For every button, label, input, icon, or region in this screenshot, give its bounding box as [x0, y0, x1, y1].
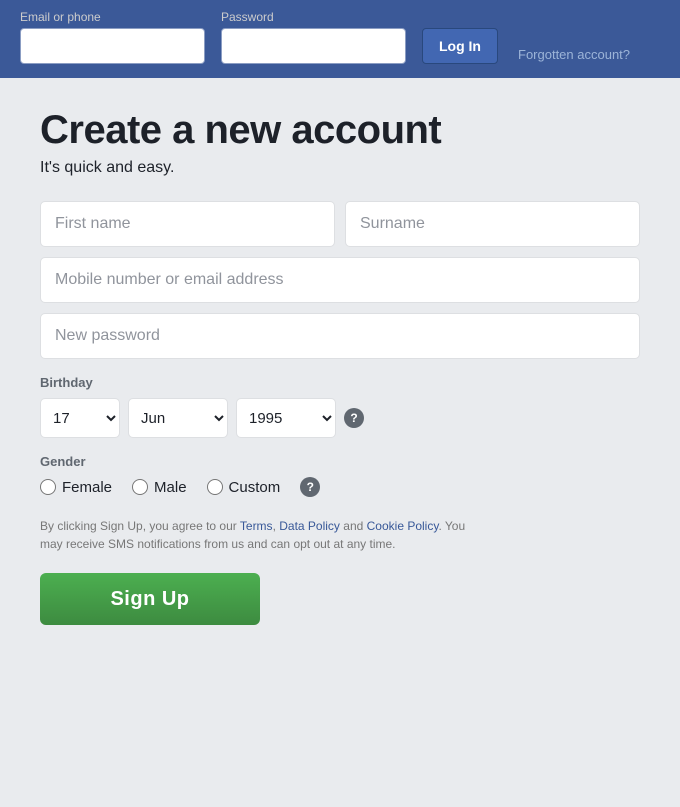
header: Email or phone Password Log In Forgotten…: [0, 0, 680, 78]
first-name-input[interactable]: [40, 201, 335, 247]
gender-male-label: Male: [154, 479, 187, 496]
data-policy-link[interactable]: Data Policy: [279, 519, 340, 533]
mobile-email-input[interactable]: [40, 257, 640, 303]
email-field-group: Email or phone: [20, 10, 205, 64]
mobile-email-row: [40, 257, 640, 303]
gender-male-option[interactable]: Male: [132, 479, 187, 496]
gender-female-radio[interactable]: [40, 479, 56, 495]
gender-label: Gender: [40, 454, 640, 469]
subtitle: It's quick and easy.: [40, 159, 640, 177]
password-input[interactable]: [221, 28, 406, 64]
new-password-input[interactable]: [40, 313, 640, 359]
password-field-group: Password: [221, 10, 406, 64]
birthday-day-select[interactable]: 17 1234 5678 9101112 13141516 18192021 2…: [40, 398, 120, 438]
birthday-row: 17 1234 5678 9101112 13141516 18192021 2…: [40, 398, 640, 438]
gender-female-label: Female: [62, 479, 112, 496]
birthday-section: Birthday 17 1234 5678 9101112 13141516 1…: [40, 375, 640, 438]
gender-help-icon[interactable]: ?: [300, 477, 320, 497]
birthday-year-select[interactable]: 1995 2005200420032002 2001200019991998 1…: [236, 398, 336, 438]
cookie-policy-link[interactable]: Cookie Policy: [367, 519, 439, 533]
terms-link[interactable]: Terms: [240, 519, 273, 533]
login-button[interactable]: Log In: [422, 28, 498, 64]
gender-male-radio[interactable]: [132, 479, 148, 495]
birthday-help-icon[interactable]: ?: [344, 408, 364, 428]
birthday-label: Birthday: [40, 375, 640, 390]
gender-female-option[interactable]: Female: [40, 479, 112, 496]
main-content: Create a new account It's quick and easy…: [0, 78, 680, 665]
new-password-row: [40, 313, 640, 359]
signup-button[interactable]: Sign Up: [40, 573, 260, 625]
surname-input[interactable]: [345, 201, 640, 247]
gender-row: Female Male Custom ?: [40, 477, 640, 497]
email-label: Email or phone: [20, 10, 205, 24]
gender-custom-label: Custom: [229, 479, 281, 496]
terms-text: By clicking Sign Up, you agree to our Te…: [40, 517, 480, 553]
forgotten-account-link[interactable]: Forgotten account?: [518, 47, 630, 62]
email-input[interactable]: [20, 28, 205, 64]
page-title: Create a new account: [40, 108, 640, 153]
gender-section: Gender Female Male Custom ?: [40, 454, 640, 497]
birthday-month-select[interactable]: Jun JanFebMarApr MayJulAugSep OctNovDec: [128, 398, 228, 438]
gender-custom-radio[interactable]: [207, 479, 223, 495]
password-label: Password: [221, 10, 406, 24]
name-row: [40, 201, 640, 247]
gender-custom-option[interactable]: Custom: [207, 479, 281, 496]
